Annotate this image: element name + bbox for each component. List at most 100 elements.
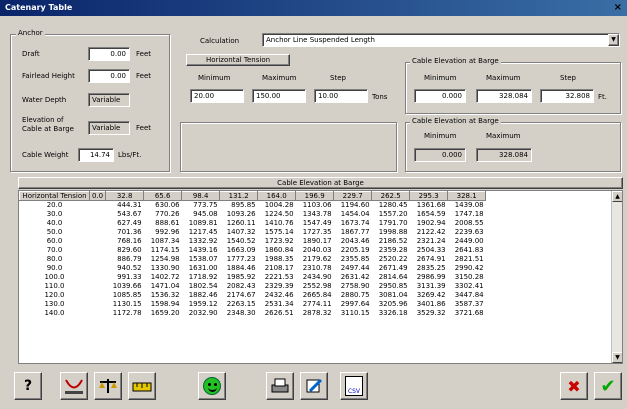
table-cell[interactable]: 1631.00 (182, 264, 220, 273)
table-cell[interactable]: 1130.15 (106, 300, 144, 309)
table-cell[interactable]: 2880.75 (334, 291, 372, 300)
ok-button[interactable]: ✔ (594, 372, 622, 400)
table-cell[interactable]: 1998.88 (372, 228, 410, 237)
table-cell[interactable]: 1254.98 (144, 255, 182, 264)
table-cell[interactable]: 1085.85 (106, 291, 144, 300)
table-cell[interactable]: 80.0 (20, 255, 90, 264)
table-cell[interactable]: 2449.00 (448, 237, 486, 246)
table-cell[interactable]: 1777.23 (220, 255, 258, 264)
draft-field[interactable]: 0.00 (88, 47, 130, 61)
table-cell[interactable] (90, 219, 106, 228)
close-button[interactable]: × (614, 2, 622, 13)
table-cell[interactable]: 2310.78 (296, 264, 334, 273)
table-cell[interactable]: 2359.28 (372, 246, 410, 255)
table-row[interactable]: 130.0 1130.15 1598.94 1959.12 2263.15 2531.34… (20, 300, 486, 309)
table-cell[interactable]: 20.0 (20, 201, 90, 210)
cable-weight-field[interactable]: 14.74 (78, 148, 114, 162)
table-cell[interactable]: 2186.52 (372, 237, 410, 246)
smiley-button[interactable] (198, 372, 226, 400)
table-cell[interactable]: 1224.50 (258, 210, 296, 219)
edit-button[interactable] (300, 372, 328, 400)
table-cell[interactable]: 2432.46 (258, 291, 296, 300)
table-cell[interactable]: 886.79 (106, 255, 144, 264)
data-grid[interactable]: Horizontal Tension 0.0 32.8 65.6 98.4 131.2 16… (18, 190, 623, 364)
table-row[interactable]: 100.0 991.33 1402.72 1718.92 1985.92 2221.53 2… (20, 273, 486, 282)
table-cell[interactable]: 1089.81 (182, 219, 220, 228)
table-cell[interactable]: 2626.51 (258, 309, 296, 318)
table-cell[interactable] (90, 273, 106, 282)
table-cell[interactable]: 1802.54 (182, 282, 220, 291)
table-cell[interactable]: 30.0 (20, 210, 90, 219)
column-header[interactable]: 295.3 (409, 191, 449, 201)
table-cell[interactable]: 2179.62 (296, 255, 334, 264)
elevation-max-field[interactable]: 328.084 (476, 89, 532, 103)
table-cell[interactable]: 2122.42 (410, 228, 448, 237)
table-cell[interactable]: 1867.77 (334, 228, 372, 237)
table-cell[interactable]: 1659.20 (144, 309, 182, 318)
column-header[interactable]: 131.2 (219, 191, 259, 201)
csv-export-button[interactable]: CSV (340, 372, 368, 400)
balance-button[interactable] (94, 372, 122, 400)
table-cell[interactable]: 1654.59 (410, 210, 448, 219)
column-header[interactable]: 0.0 (88, 191, 107, 201)
table-cell[interactable]: 888.61 (144, 219, 182, 228)
table-cell[interactable]: 3326.18 (372, 309, 410, 318)
table-cell[interactable]: 2950.85 (372, 282, 410, 291)
table-cell[interactable]: 1547.49 (296, 219, 334, 228)
curve-tool-button[interactable] (60, 372, 88, 400)
table-cell[interactable]: 701.36 (106, 228, 144, 237)
table-row[interactable]: 70.0 829.60 1174.15 1439.16 1663.09 1860.84 20… (20, 246, 486, 255)
table-cell[interactable]: 3302.41 (448, 282, 486, 291)
table-cell[interactable]: 2205.19 (334, 246, 372, 255)
calculation-select[interactable]: Anchor Line Suspended Length (262, 33, 620, 47)
table-cell[interactable]: 100.0 (20, 273, 90, 282)
table-cell[interactable]: 895.85 (220, 201, 258, 210)
table-cell[interactable] (90, 255, 106, 264)
table-cell[interactable]: 70.0 (20, 246, 90, 255)
table-row[interactable]: 80.0 886.79 1254.98 1538.07 1777.23 1988.35 21… (20, 255, 486, 264)
table-row[interactable]: 60.0 768.16 1087.34 1332.92 1540.52 1723.92 18… (20, 237, 486, 246)
table-cell[interactable]: 543.67 (106, 210, 144, 219)
table-cell[interactable]: 3110.15 (334, 309, 372, 318)
column-header[interactable]: 98.4 (181, 191, 221, 201)
column-header[interactable]: 196.9 (295, 191, 335, 201)
table-cell[interactable] (90, 282, 106, 291)
table-cell[interactable]: 1332.92 (182, 237, 220, 246)
table-cell[interactable]: 1087.34 (144, 237, 182, 246)
table-cell[interactable]: 1663.09 (220, 246, 258, 255)
table-cell[interactable]: 3721.68 (448, 309, 486, 318)
table-cell[interactable]: 2821.51 (448, 255, 486, 264)
vertical-scrollbar[interactable]: ▲ ▼ (611, 191, 622, 363)
table-cell[interactable]: 1093.26 (220, 210, 258, 219)
table-cell[interactable]: 1536.32 (144, 291, 182, 300)
column-header[interactable]: Horizontal Tension (19, 191, 90, 201)
table-cell[interactable]: 1280.45 (372, 201, 410, 210)
table-cell[interactable]: 2641.83 (448, 246, 486, 255)
table-cell[interactable]: 1723.92 (258, 237, 296, 246)
table-cell[interactable]: 1439.16 (182, 246, 220, 255)
column-header[interactable]: 328.1 (447, 191, 487, 201)
table-cell[interactable]: 1882.46 (182, 291, 220, 300)
table-cell[interactable]: 1471.04 (144, 282, 182, 291)
table-cell[interactable]: 627.49 (106, 219, 144, 228)
table-cell[interactable]: 1004.28 (258, 201, 296, 210)
table-cell[interactable]: 110.0 (20, 282, 90, 291)
table-cell[interactable]: 1540.52 (220, 237, 258, 246)
table-cell[interactable]: 1988.35 (258, 255, 296, 264)
table-cell[interactable]: 140.0 (20, 309, 90, 318)
table-cell[interactable]: 1673.74 (334, 219, 372, 228)
table-cell[interactable]: 2329.39 (258, 282, 296, 291)
table-cell[interactable]: 1727.35 (296, 228, 334, 237)
table-cell[interactable]: 2531.34 (258, 300, 296, 309)
table-cell[interactable] (90, 246, 106, 255)
table-cell[interactable]: 1410.76 (258, 219, 296, 228)
column-header[interactable]: 164.0 (257, 191, 297, 201)
table-cell[interactable]: 1890.17 (296, 237, 334, 246)
table-cell[interactable]: 40.0 (20, 219, 90, 228)
table-cell[interactable]: 2497.44 (334, 264, 372, 273)
table-cell[interactable]: 2674.91 (410, 255, 448, 264)
table-cell[interactable]: 1454.04 (334, 210, 372, 219)
column-header[interactable]: 32.8 (105, 191, 145, 201)
table-cell[interactable]: 1718.92 (182, 273, 220, 282)
table-row[interactable]: 110.0 1039.66 1471.04 1802.54 2082.43 2329.39… (20, 282, 486, 291)
